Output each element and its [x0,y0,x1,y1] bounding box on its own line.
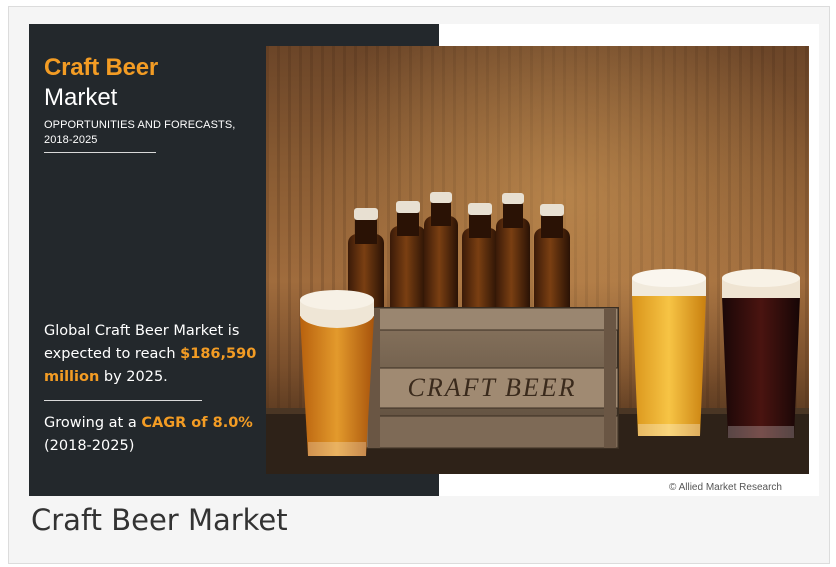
divider [44,400,202,401]
subtitle-line-1: OPPORTUNITIES AND FORECASTS, [44,119,236,131]
subtitle: OPPORTUNITIES AND FORECASTS, 2018-2025 [44,118,254,148]
cagr-statement: Growing at a CAGR of 8.0% (2018-2025) [44,412,269,458]
golden-beer-glass [632,269,706,436]
bottle [462,203,498,324]
divider [44,152,156,153]
bottles [348,192,570,324]
wooden-crate: CRAFT BEER [365,307,619,449]
bottle [390,201,426,324]
market-size-statement: Global Craft Beer Market is expected to … [44,320,269,389]
copyright-text: © Allied Market Research [669,482,782,493]
subtitle-line-2: 2018-2025 [44,134,98,146]
stat2-suffix: (2018-2025) [44,438,135,454]
image-card: Craft Beer Market OPPORTUNITIES AND FORE… [8,6,830,564]
bottle [534,204,570,324]
title-line-1: Craft Beer [44,54,159,81]
stat2-prefix: Growing at a [44,415,142,431]
crate-label: CRAFT BEER [407,373,576,402]
beer-photo: CRAFT BEER [266,46,809,474]
amber-beer-glass [300,290,374,456]
dark-beer-glass [722,269,800,438]
stat2-highlight: CAGR of 8.0% [141,415,253,431]
title-line-2: Market [44,84,118,111]
bottle [424,192,458,324]
beer-scene-illustration: CRAFT BEER [266,192,809,474]
bottle [496,193,530,324]
image-caption: Craft Beer Market [31,503,288,537]
infographic-image[interactable]: Craft Beer Market OPPORTUNITIES AND FORE… [29,24,819,496]
stat1-suffix: by 2025. [99,369,168,385]
